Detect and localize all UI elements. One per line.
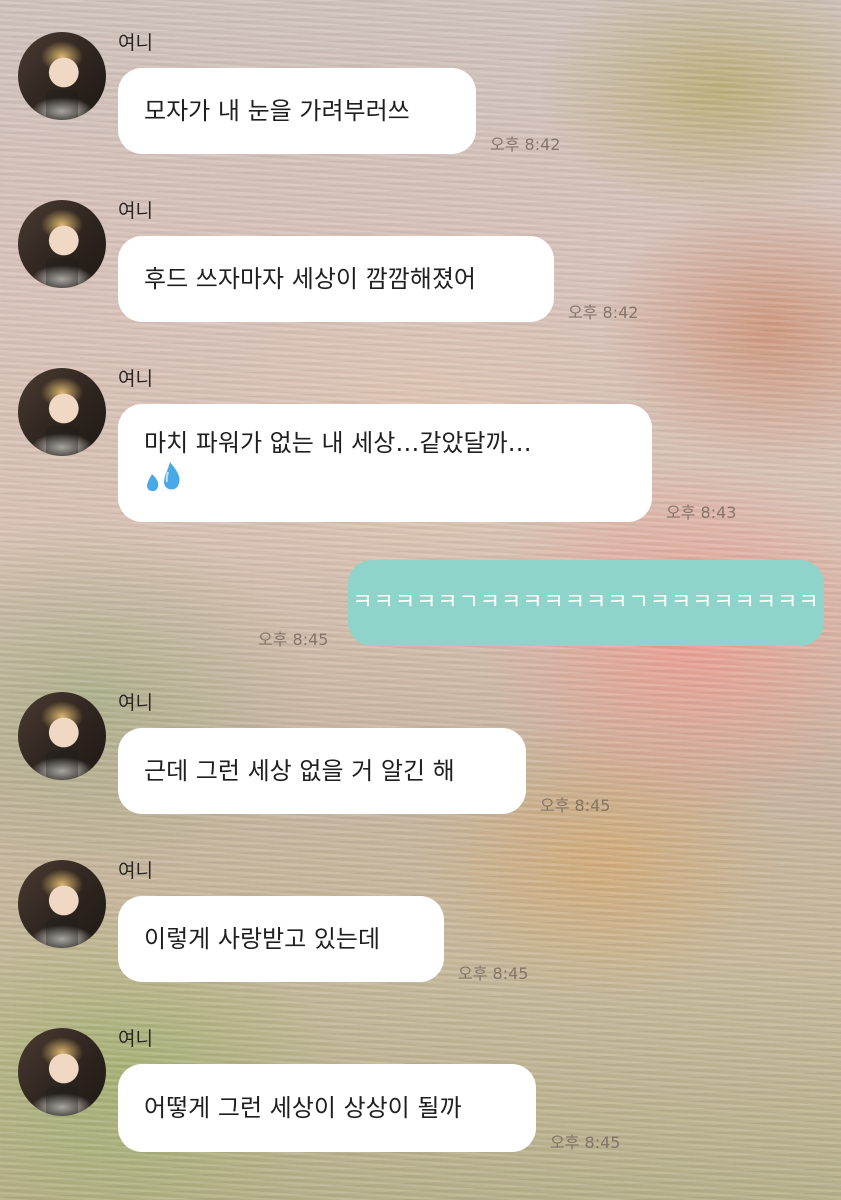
message-time: 오후 8:45 [540,796,611,815]
sender-name: 여니 [118,368,153,390]
sender-name: 여니 [118,200,153,222]
message-bubble[interactable]: 이렇게 사랑받고 있는데 [118,896,444,982]
message-text: 근데 그런 세상 없을 거 알긴 해 [144,757,455,785]
avatar[interactable] [18,1028,106,1116]
message-time: 오후 8:45 [458,964,529,983]
my-message-bubble[interactable]: ㅋㅋㅋㅋㅋㄱㅋㅋㅋㅋㅋㅋㅋㄱㅋㅋㅋㅋㅋㅋㅋㅋ [348,560,824,646]
sender-name: 여니 [118,1028,153,1050]
message-text: 이렇게 사랑받고 있는데 [144,925,381,953]
message-time: 오후 8:42 [568,303,639,322]
message-text: 마치 파워가 없는 내 세상…같았달까… [144,429,532,457]
message-text: 어떻게 그런 세상이 상상이 될까 [144,1094,462,1122]
message-bubble[interactable]: 후드 쓰자마자 세상이 깜깜해졌어 [118,236,554,322]
message-time: 오후 8:43 [666,503,737,522]
message-bubble[interactable]: 모자가 내 눈을 가려부러쓰 [118,68,476,154]
avatar[interactable] [18,692,106,780]
message-bubble[interactable]: 어떻게 그런 세상이 상상이 될까 [118,1064,536,1152]
avatar[interactable] [18,860,106,948]
message-bubble[interactable]: 근데 그런 세상 없을 거 알긴 해 [118,728,526,814]
message-time: 오후 8:45 [550,1133,621,1152]
sweat-droplets-icon [144,460,626,496]
message-text: 모자가 내 눈을 가려부러쓰 [144,97,410,125]
message-bubble[interactable]: 마치 파워가 없는 내 세상…같았달까… [118,404,652,522]
message-time: 오후 8:42 [490,135,561,154]
message-text: 후드 쓰자마자 세상이 깜깜해졌어 [144,265,477,293]
avatar[interactable] [18,200,106,288]
sender-name: 여니 [118,32,153,54]
sender-name: 여니 [118,860,153,882]
sender-name: 여니 [118,692,153,714]
avatar[interactable] [18,368,106,456]
message-time: 오후 8:45 [258,630,329,649]
avatar[interactable] [18,32,106,120]
message-text: ㅋㅋㅋㅋㅋㄱㅋㅋㅋㅋㅋㅋㅋㄱㅋㅋㅋㅋㅋㅋㅋㅋ [352,590,820,615]
